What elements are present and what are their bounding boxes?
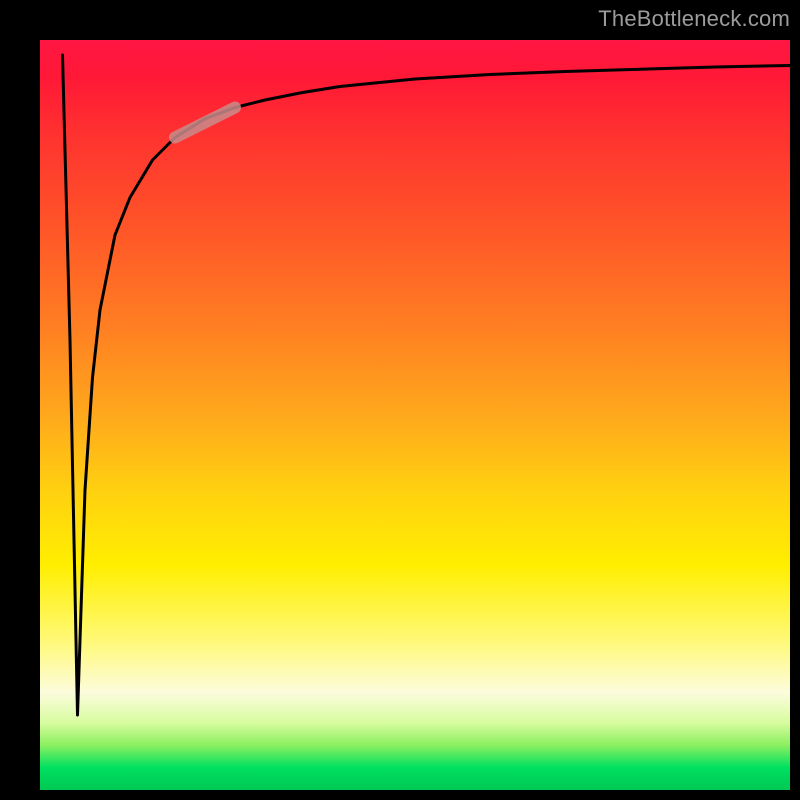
plot-area bbox=[40, 40, 790, 790]
highlight-path bbox=[175, 108, 235, 138]
chart-frame: TheBottleneck.com bbox=[0, 0, 800, 800]
line-chart-svg bbox=[40, 40, 790, 790]
curve-path bbox=[63, 55, 791, 715]
watermark-text: TheBottleneck.com bbox=[598, 6, 790, 32]
